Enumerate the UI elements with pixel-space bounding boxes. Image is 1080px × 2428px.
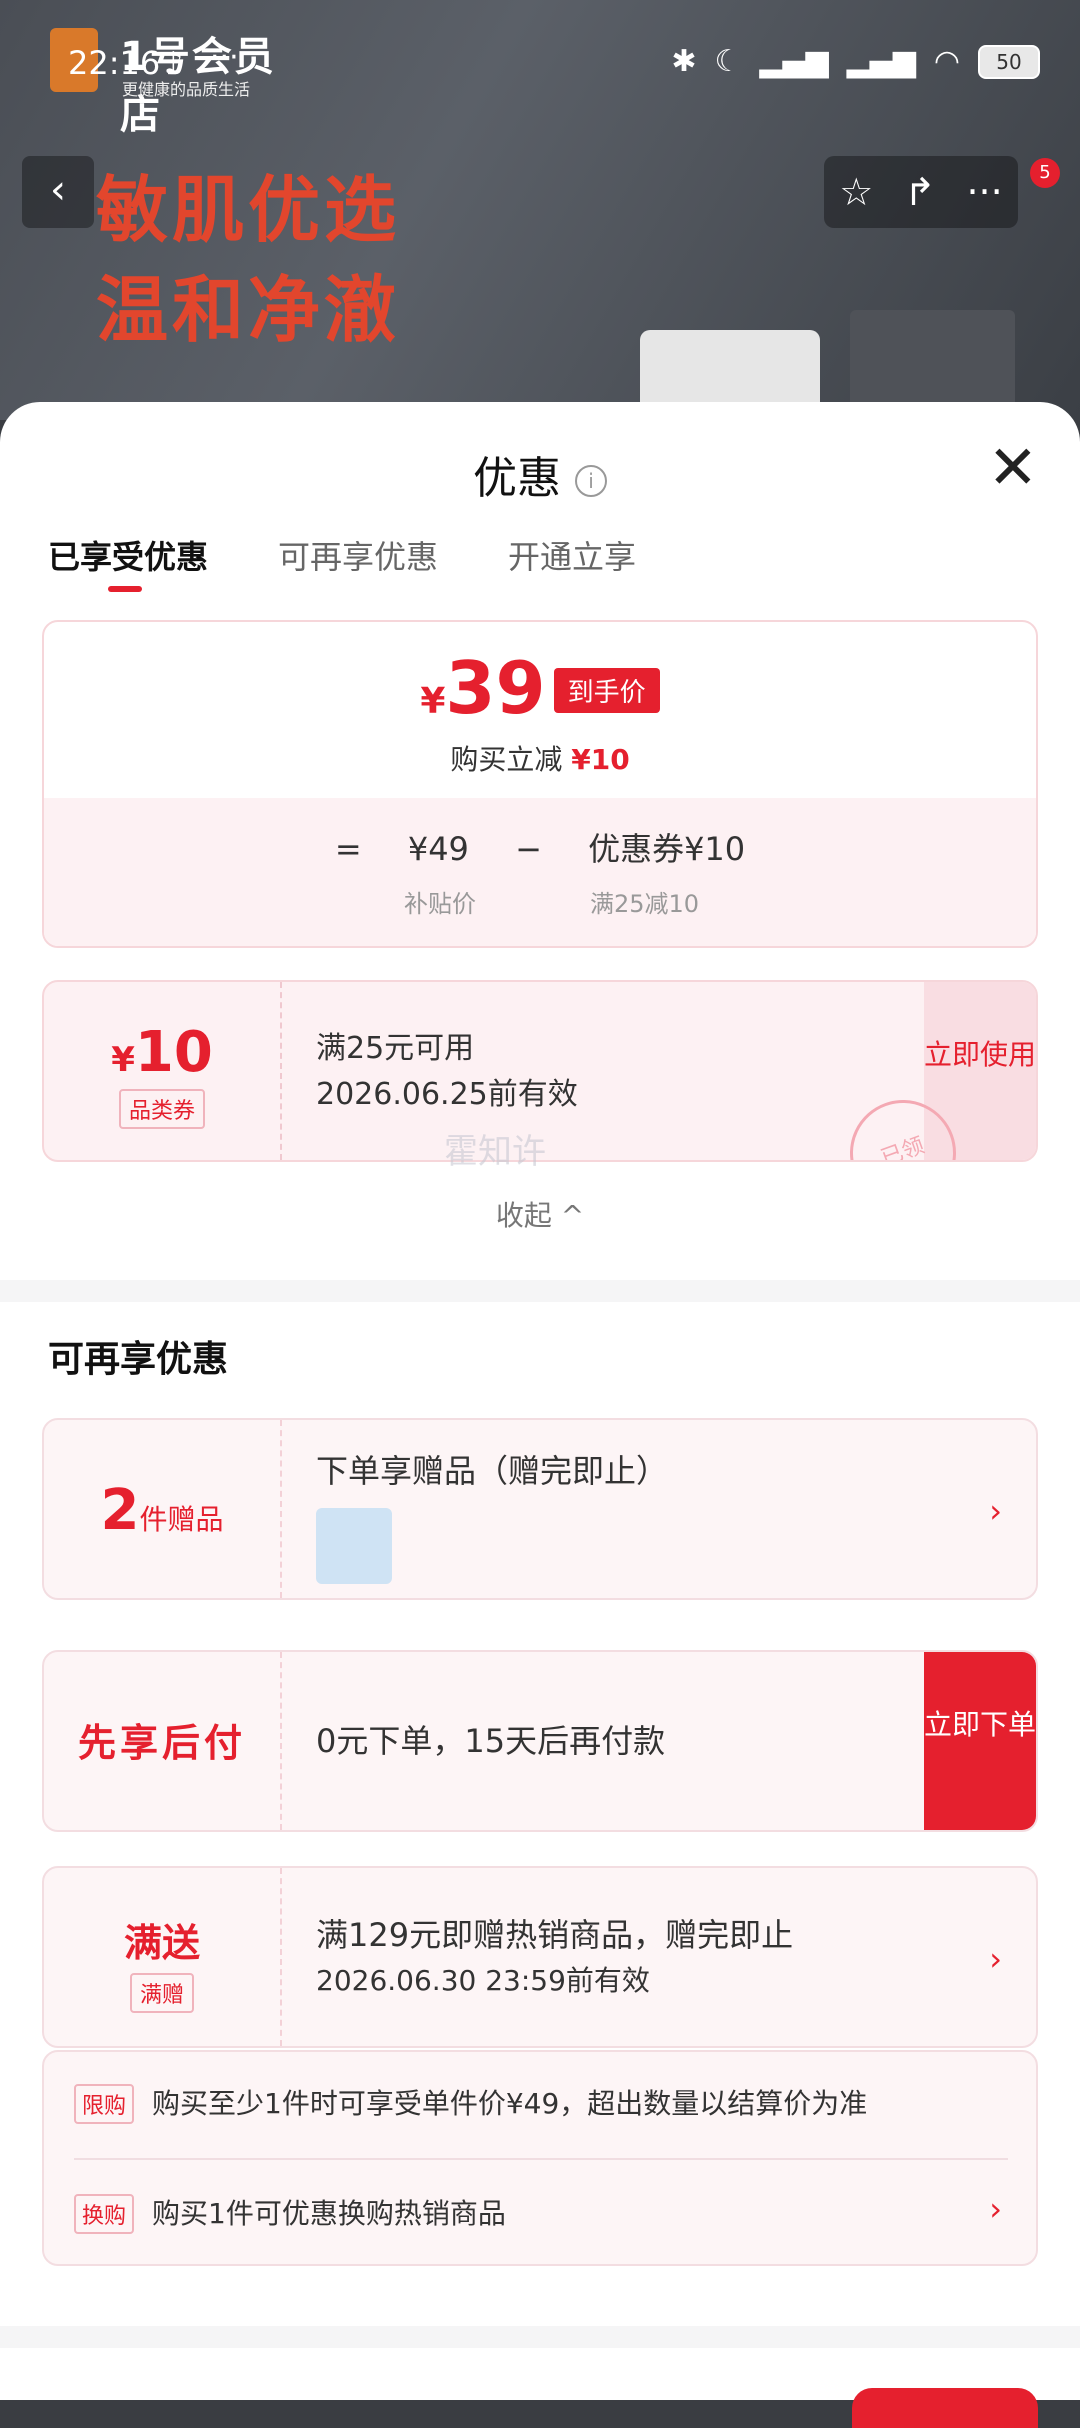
gift-thumbnail	[316, 1508, 392, 1584]
chevron-right-icon: ›	[989, 1492, 1002, 1530]
bnpl-label: 先享后付	[44, 1652, 282, 1830]
coupon-value: ¥10 品类券	[44, 982, 282, 1160]
signal-5g-icon: ▂▄▆	[846, 44, 916, 79]
coupon-condition: 满25元可用	[316, 1031, 475, 1066]
bottom-divider	[0, 2326, 1080, 2348]
final-price-tag: 到手价	[553, 668, 660, 713]
banner-line-1: 敏肌优选	[96, 168, 401, 252]
coupon-type-badge: 品类券	[118, 1089, 205, 1129]
gift-threshold-badge: 满赠	[129, 1973, 194, 2013]
top-action-bar: ☆ ↱ ···	[824, 156, 1018, 228]
coupon-deduction: 优惠券¥10	[588, 830, 746, 868]
favorite-star-icon[interactable]: ☆	[839, 170, 873, 214]
formula-line: = ¥49 − 优惠券¥10	[44, 824, 1036, 870]
close-button[interactable]: ✕	[988, 438, 1038, 498]
sheet-title-text: 优惠	[473, 453, 561, 504]
tab-more-offers[interactable]: 可再享优惠	[278, 532, 438, 578]
gift-threshold-label-text: 满送	[123, 1921, 200, 1965]
rule-limit-tag: 限购	[74, 2084, 135, 2124]
status-icons: ✱ ☾ ▂▄▆ ▂▄▆ ◠ 50	[671, 44, 1040, 79]
gift-count-value: 2	[100, 1478, 140, 1543]
purchase-rules-card: 限购 购买至少1件时可享受单件价¥49，超出数量以结算价为准 换购 购买1件可优惠换…	[42, 2050, 1038, 2266]
price-formula: = ¥49 − 优惠券¥10 补贴价 满25减10	[44, 798, 1036, 946]
bluetooth-icon: ✱	[671, 44, 697, 79]
banner-text: 敏肌优选 温和净澈	[96, 160, 400, 360]
coupon-caption: 满25减10	[590, 890, 700, 918]
rule-exchange-tag: 换购	[74, 2194, 135, 2234]
status-time: 22:16	[68, 44, 161, 82]
use-coupon-label: 立即使用	[924, 1038, 1037, 1071]
sheet-title: 优惠 i	[0, 442, 1080, 506]
bnpl-offer-text: 0元下单，15天后再付款	[316, 1722, 666, 1760]
bnpl-offer-card: 先享后付 0元下单，15天后再付款 立即下单	[42, 1650, 1038, 1832]
minus-sign: −	[515, 830, 542, 868]
rule-divider	[74, 2158, 1008, 2160]
section-divider	[0, 1280, 1080, 1302]
section-title-more-offers: 可再享优惠	[48, 1339, 229, 1380]
gift-count: 2件赠品	[44, 1420, 282, 1598]
more-notifications-icon: ···	[210, 40, 239, 75]
price-summary-card: ¥39 到手价 购买立减 ¥10 = ¥49 − 优惠券¥10 补贴价 满25减1…	[42, 620, 1038, 948]
rule-exchange[interactable]: 换购 购买1件可优惠换购热销商品	[74, 2192, 506, 2234]
rule-limit-text: 购买至少1件时可享受单件价¥49，超出数量以结算价为准	[152, 2087, 868, 2120]
gift-threshold-card[interactable]: 满送 满赠 满129元即赠热销商品，赠完即止 2026.06.30 23:59前…	[42, 1866, 1038, 2048]
bottom-action-button[interactable]	[852, 2388, 1038, 2428]
bnpl-label-text: 先享后付	[77, 1721, 246, 1765]
coupon-expiry: 2026.06.25前有效	[316, 1077, 578, 1112]
coupon-details: 满25元可用 2026.06.25前有效	[316, 1026, 578, 1118]
currency-symbol: ¥	[420, 681, 446, 722]
wifi-icon: ◠	[933, 44, 960, 79]
tab-activate[interactable]: 开通立享	[508, 532, 636, 578]
order-now-button[interactable]: 立即下单	[924, 1652, 1036, 1830]
discount-summary-amount: ¥10	[571, 743, 630, 776]
discount-summary: 购买立减 ¥10	[44, 738, 1036, 778]
gift-threshold-label: 满送 满赠	[44, 1868, 282, 2046]
signal-5g-icon: ▂▄▆	[759, 44, 829, 79]
gift-offer-card[interactable]: 2件赠品 下单享赠品（赠完即止） ›	[42, 1418, 1038, 1600]
gift-threshold-condition: 满129元即赠热销商品，赠完即止	[316, 1916, 794, 1954]
base-price: ¥49	[407, 830, 469, 868]
status-bar: 1号会员店 更健康的品质生活 22:16 ♪ ··· ✱ ☾ ▂▄▆ ▂▄▆ ◠…	[0, 0, 1080, 138]
gift-threshold-details: 满129元即赠热销商品，赠完即止 2026.06.30 23:59前有效	[316, 1912, 793, 2004]
discount-summary-label: 购买立减	[450, 743, 563, 776]
battery-icon: 50	[978, 44, 1040, 79]
more-icon[interactable]: ···	[966, 170, 1002, 214]
moon-icon: ☾	[714, 44, 742, 79]
back-button[interactable]: ‹	[22, 156, 94, 228]
gift-threshold-expiry: 2026.06.30 23:59前有效	[316, 1964, 650, 1997]
tiktok-icon: ♪	[164, 46, 184, 81]
final-price: ¥39 到手价	[44, 646, 1036, 730]
notification-badge: 5	[1030, 158, 1060, 188]
tab-bar: 已享受优惠 可再享优惠 开通立享	[48, 532, 636, 592]
gift-offer-text: 下单享赠品（赠完即止）	[316, 1452, 669, 1490]
rule-exchange-text: 购买1件可优惠换购热销商品	[152, 2197, 506, 2230]
tab-enjoyed[interactable]: 已享受优惠	[48, 532, 208, 592]
banner-line-2: 温和净澈	[96, 268, 401, 352]
chevron-right-icon: ›	[989, 1940, 1002, 1978]
collapse-button[interactable]: 收起 ^	[0, 1194, 1080, 1234]
chevron-right-icon: ›	[989, 2190, 1002, 2228]
watermark: 霍知许	[444, 1132, 546, 1172]
base-price-caption: 补贴价	[404, 890, 476, 918]
equals-sign: =	[334, 830, 362, 868]
final-price-value: 39	[445, 646, 546, 730]
order-now-label: 立即下单	[924, 1708, 1037, 1741]
coupon-currency: ¥	[111, 1040, 135, 1080]
price-top: ¥39 到手价 购买立减 ¥10	[44, 622, 1036, 798]
coupon-amount: ¥10	[44, 1020, 280, 1085]
rule-limit: 限购 购买至少1件时可享受单件价¥49，超出数量以结算价为准	[74, 2082, 867, 2124]
info-icon[interactable]: i	[575, 465, 607, 497]
gift-unit: 件赠品	[139, 1503, 224, 1536]
share-icon[interactable]: ↱	[904, 170, 936, 214]
discount-sheet: 优惠 i ✕ 已享受优惠 可再享优惠 开通立享 ¥39 到手价 购买立减 ¥10 =…	[0, 402, 1080, 2428]
coupon-amount-value: 10	[134, 1020, 213, 1085]
